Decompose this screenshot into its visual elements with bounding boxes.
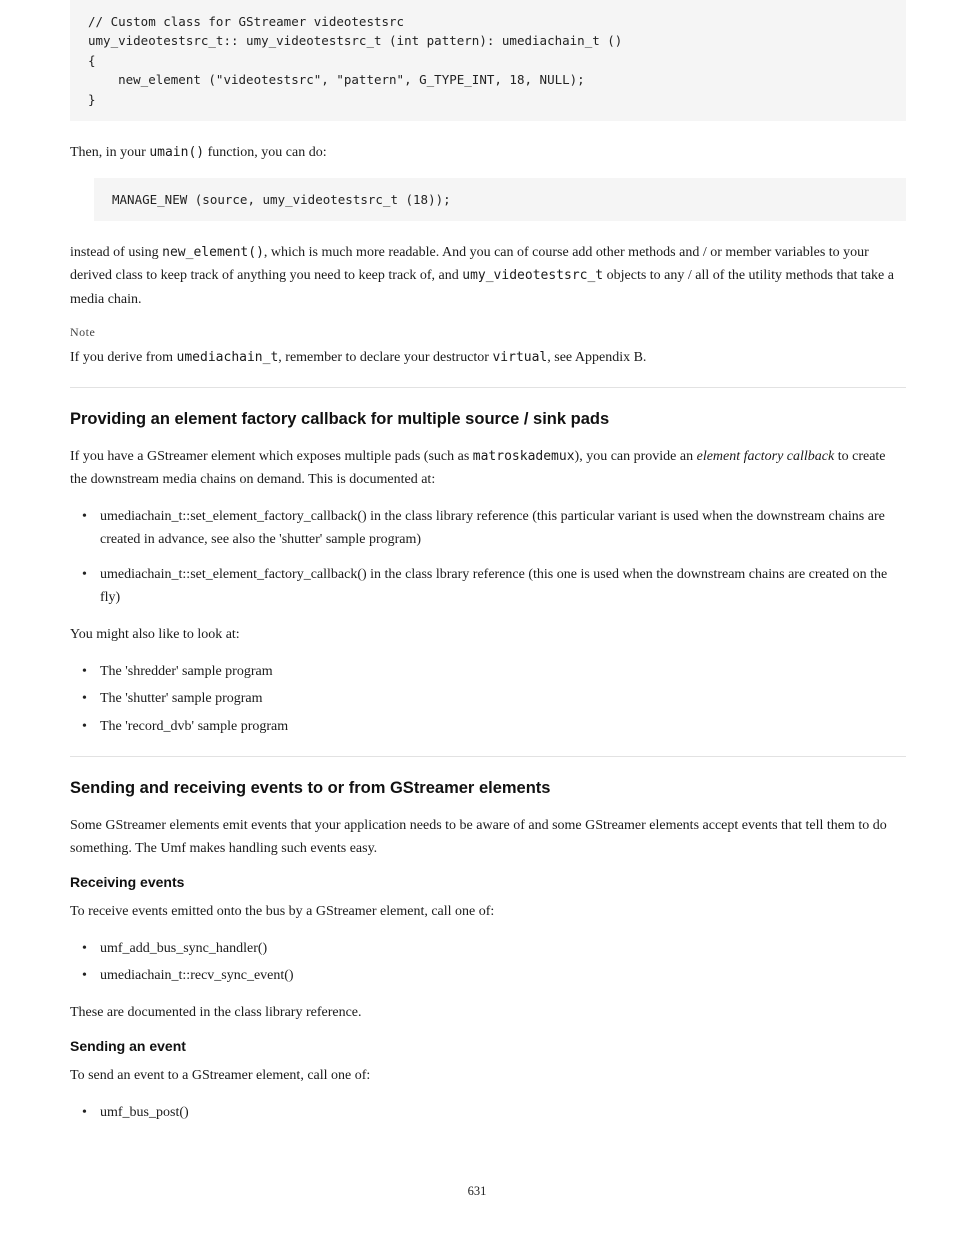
bullet-list-sample-programs: The 'shredder' sample program The 'shutt… xyxy=(70,660,906,737)
code-block-manage-new: MANAGE_NEW (source, umy_videotestsrc_t (… xyxy=(94,178,906,221)
bullet-list-factory-callbacks: umediachain_t::set_element_factory_callb… xyxy=(70,505,906,609)
list-item: umediachain_t::set_element_factory_callb… xyxy=(80,563,906,609)
bullet-list-receive: umf_add_bus_sync_handler() umediachain_t… xyxy=(70,937,906,987)
para-multiple-pads: If you have a GStreamer element which ex… xyxy=(70,445,906,491)
subhead-receiving: Receiving events xyxy=(70,874,906,890)
note-block: Note If you derive from umediachain_t, r… xyxy=(70,325,906,369)
para-then-in-umain: Then, in your umain() function, you can … xyxy=(70,141,906,164)
list-item: umf_add_bus_sync_handler() xyxy=(80,937,906,960)
para-send-lead: To send an event to a GStreamer element,… xyxy=(70,1064,906,1087)
para-events-intro: Some GStreamer elements emit events that… xyxy=(70,814,906,860)
bullet-list-send: umf_bus_post() xyxy=(70,1101,906,1124)
para-receive-lead: To receive events emitted onto the bus b… xyxy=(70,900,906,923)
para-receive-tail: These are documented in the class librar… xyxy=(70,1001,906,1024)
subhead-sending: Sending an event xyxy=(70,1038,906,1054)
note-text: If you derive from umediachain_t, rememb… xyxy=(70,346,906,369)
heading-element-factory: Providing an element factory callback fo… xyxy=(70,410,906,429)
note-label: Note xyxy=(70,325,906,340)
para-instead-of: instead of using new_element(), which is… xyxy=(70,241,906,310)
divider xyxy=(70,387,906,388)
list-item: umediachain_t::set_element_factory_callb… xyxy=(80,505,906,551)
list-item: umediachain_t::recv_sync_event() xyxy=(80,964,906,987)
divider xyxy=(70,756,906,757)
list-item: The 'shutter' sample program xyxy=(80,687,906,710)
list-item: umf_bus_post() xyxy=(80,1101,906,1124)
list-item: The 'shredder' sample program xyxy=(80,660,906,683)
page-number: 631 xyxy=(0,1184,954,1199)
code-block-class-def: // Custom class for GStreamer videotests… xyxy=(70,0,906,121)
list-item: The 'record_dvb' sample program xyxy=(80,715,906,738)
para-might-also-look: You might also like to look at: xyxy=(70,623,906,646)
heading-events: Sending and receiving events to or from … xyxy=(70,779,906,798)
